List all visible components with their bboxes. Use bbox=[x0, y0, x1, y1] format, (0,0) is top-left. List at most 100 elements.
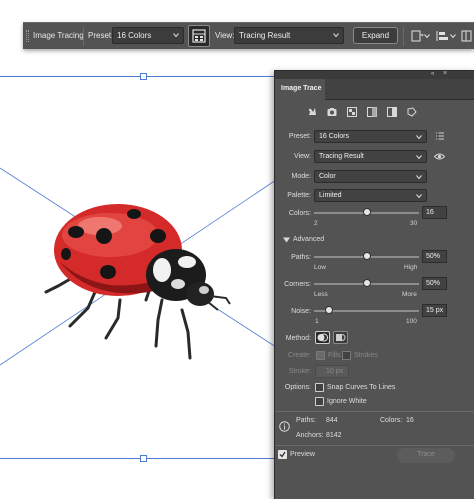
tab-image-trace-label: Image Trace bbox=[281, 85, 322, 92]
method-label: Method: bbox=[285, 335, 311, 342]
paths-max-label: High bbox=[404, 264, 418, 271]
paths-value: 50% bbox=[426, 253, 441, 260]
traced-ladybug-artwork[interactable] bbox=[0, 0, 276, 499]
view-dropdown[interactable]: Tracing Result bbox=[314, 150, 427, 163]
disclosure-triangle-icon[interactable] bbox=[283, 237, 290, 243]
outline-preset-icon[interactable] bbox=[406, 106, 418, 118]
noise-value-field[interactable]: 15 px bbox=[422, 304, 447, 317]
noise-min-label: 1 bbox=[315, 318, 319, 325]
strokes-label: Strokes bbox=[354, 352, 378, 359]
mode-dropdown[interactable]: Color bbox=[314, 170, 427, 183]
image-trace-panel-button[interactable] bbox=[188, 25, 210, 47]
stat-colors-value: 16 bbox=[406, 417, 414, 424]
image-tracing-label: Image Tracing bbox=[33, 31, 84, 40]
stroke-label: Stroke: bbox=[288, 368, 311, 375]
corners-min-label: Less bbox=[314, 291, 328, 298]
separator bbox=[403, 27, 404, 46]
collapse-panel-icon[interactable]: « bbox=[431, 71, 434, 77]
tab-image-trace[interactable]: Image Trace bbox=[275, 79, 325, 101]
preset-dropdown[interactable]: 16 Colors bbox=[112, 27, 184, 44]
method-abutting-button[interactable] bbox=[315, 331, 330, 344]
image-tracing-control-bar: Image Tracing Preset: 16 Colors View: Tr… bbox=[23, 22, 474, 49]
expand-button[interactable]: Expand bbox=[353, 27, 398, 44]
trace-button-label: Trace bbox=[417, 451, 435, 458]
close-panel-icon[interactable]: × bbox=[443, 70, 447, 77]
view-label: View: bbox=[215, 31, 235, 40]
colors-value: 16 bbox=[426, 209, 434, 216]
corners-max-label: More bbox=[402, 291, 417, 298]
strokes-checkbox[interactable] bbox=[342, 351, 351, 360]
corners-value-field[interactable]: 50% bbox=[422, 277, 447, 290]
preset-label: Preset: bbox=[288, 133, 311, 140]
stat-paths-label: Paths: bbox=[296, 417, 316, 424]
transform-icon[interactable] bbox=[434, 29, 450, 43]
overlapping-method-icon bbox=[336, 334, 346, 341]
colors-value-field[interactable]: 16 bbox=[422, 206, 447, 219]
paths-label: Paths: bbox=[291, 254, 311, 261]
view-label: View: bbox=[294, 153, 311, 160]
palette-dropdown[interactable]: Limited bbox=[314, 189, 427, 202]
fills-checkbox[interactable] bbox=[316, 351, 325, 360]
chevron-down-icon bbox=[173, 33, 179, 38]
noise-value: 15 px bbox=[426, 307, 444, 314]
chevron-down-icon bbox=[333, 33, 339, 38]
low-color-preset-icon[interactable] bbox=[346, 106, 358, 118]
stat-anchors-value: 8142 bbox=[326, 432, 342, 439]
divider bbox=[275, 445, 474, 446]
chevron-down-icon bbox=[416, 155, 422, 160]
advanced-section-toggle[interactable]: Advanced bbox=[293, 236, 324, 243]
stroke-value-field[interactable]: 10 px bbox=[315, 365, 349, 378]
eye-icon[interactable] bbox=[434, 152, 445, 161]
view-value: Tracing Result bbox=[319, 153, 364, 160]
snap-curves-checkbox[interactable] bbox=[315, 383, 324, 392]
app-window: Image Tracing Preset: 16 Colors View: Tr… bbox=[0, 0, 474, 499]
align-icon[interactable] bbox=[409, 29, 425, 43]
paths-slider-thumb[interactable] bbox=[362, 252, 371, 260]
colors-max-label: 30 bbox=[410, 220, 418, 227]
expand-button-label: Expand bbox=[361, 31, 390, 40]
view-dropdown[interactable]: Tracing Result bbox=[234, 27, 344, 44]
preset-value: 16 Colors bbox=[319, 133, 349, 140]
chevron-down-icon[interactable] bbox=[450, 33, 456, 39]
trace-button[interactable]: Trace bbox=[397, 448, 455, 463]
corners-value: 50% bbox=[426, 280, 441, 287]
chevron-down-icon bbox=[416, 135, 422, 140]
high-color-preset-icon[interactable] bbox=[326, 106, 338, 118]
view-value: Tracing Result bbox=[239, 31, 291, 40]
corners-slider-thumb[interactable] bbox=[362, 279, 371, 287]
abutting-method-icon bbox=[317, 333, 328, 342]
palette-value: Limited bbox=[319, 192, 342, 199]
preview-checkbox[interactable] bbox=[278, 450, 287, 459]
noise-slider-thumb[interactable] bbox=[324, 306, 333, 314]
paths-value-field[interactable]: 50% bbox=[422, 250, 447, 263]
create-label: Create: bbox=[288, 352, 311, 359]
preset-list-icon[interactable] bbox=[435, 131, 445, 141]
colors-min-label: 2 bbox=[314, 220, 318, 227]
arrange-icon[interactable] bbox=[459, 29, 474, 43]
colors-slider-thumb[interactable] bbox=[362, 208, 371, 216]
options-label: Options: bbox=[284, 384, 311, 391]
method-overlapping-button[interactable] bbox=[333, 331, 348, 344]
noise-label: Noise: bbox=[291, 308, 311, 315]
corners-label: Corners: bbox=[284, 281, 311, 288]
image-trace-panel-icon bbox=[192, 29, 206, 43]
snap-curves-label: Snap Curves To Lines bbox=[327, 384, 396, 391]
preset-value: 16 Colors bbox=[117, 31, 152, 40]
separator bbox=[83, 27, 84, 46]
stroke-value: 10 px bbox=[326, 368, 344, 375]
preset-label: Preset: bbox=[88, 31, 114, 40]
mode-value: Color bbox=[319, 173, 336, 180]
divider bbox=[275, 411, 474, 412]
panel-title-strip[interactable]: « × bbox=[275, 70, 474, 79]
preset-dropdown[interactable]: 16 Colors bbox=[314, 130, 427, 143]
black-and-white-preset-icon[interactable] bbox=[386, 106, 398, 118]
chevron-down-icon[interactable] bbox=[424, 33, 430, 39]
palette-label: Palette: bbox=[287, 192, 311, 199]
preview-label: Preview bbox=[290, 451, 315, 458]
auto-color-preset-icon[interactable] bbox=[306, 106, 318, 118]
control-bar-grip[interactable] bbox=[26, 30, 29, 42]
stat-colors-label: Colors: bbox=[380, 417, 403, 424]
grayscale-preset-icon[interactable] bbox=[366, 106, 378, 118]
paths-min-label: Low bbox=[314, 264, 326, 271]
ignore-white-checkbox[interactable] bbox=[315, 397, 324, 406]
